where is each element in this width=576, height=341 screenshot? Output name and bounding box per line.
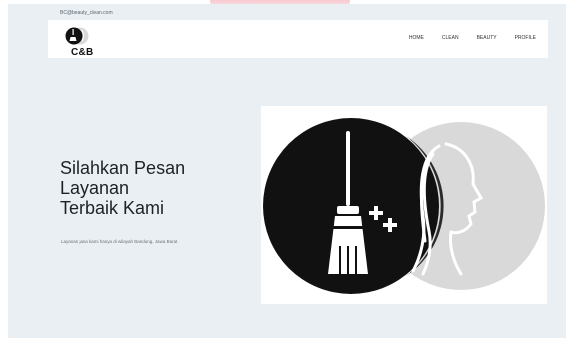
logo-icon [65, 27, 89, 45]
hero-title-line-1: Silahkan Pesan [60, 158, 186, 178]
hero-title: Silahkan Pesan Layanan Terbaik Kami [60, 158, 185, 218]
hero-illustration-svg [263, 118, 545, 294]
nav-clean[interactable]: CLEAN [442, 35, 459, 41]
hero-title-line-3: Terbaik Kami [60, 198, 165, 218]
nav-profile[interactable]: PROFILE [515, 35, 536, 41]
page: BC@beauty_clean.com C&B HOME CLEAN BEAUT… [8, 4, 566, 338]
hero-illustration [261, 106, 547, 304]
logo[interactable]: C&B [60, 24, 100, 58]
nav-menu: HOME CLEAN BEAUTY PROFILE [409, 35, 536, 41]
logo-text: C&B [71, 47, 94, 58]
hero-title-line-2: Layanan [60, 178, 130, 198]
header: C&B HOME CLEAN BEAUTY PROFILE [48, 20, 548, 58]
nav-beauty[interactable]: BEAUTY [477, 35, 497, 41]
nav-home[interactable]: HOME [409, 35, 424, 41]
topbar-email[interactable]: BC@beauty_clean.com [60, 10, 113, 16]
hero-subtitle: Layanan jasa kami hanya di wilayah Bandu… [61, 239, 178, 244]
